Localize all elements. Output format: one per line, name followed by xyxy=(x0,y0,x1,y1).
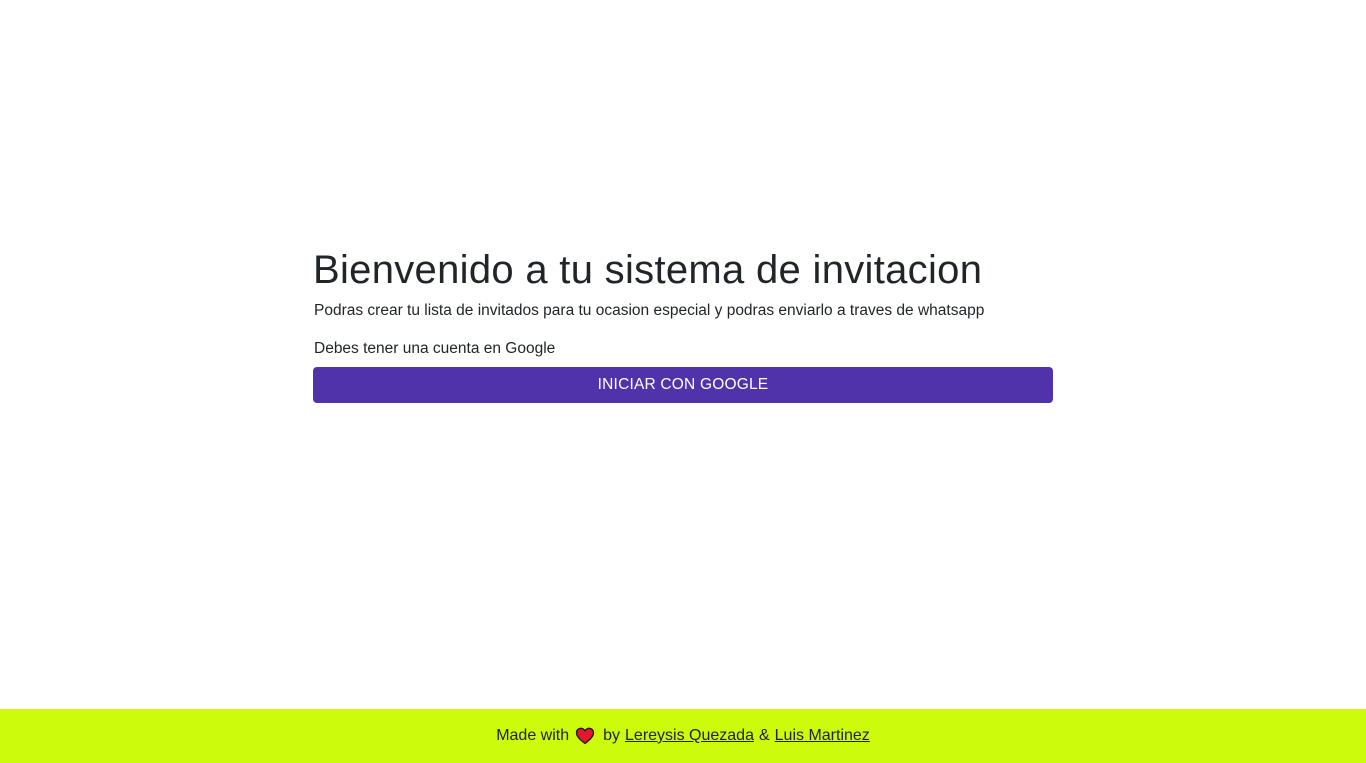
lead-text: Podras crear tu lista de invitados para … xyxy=(314,302,985,319)
made-with-text: Made with xyxy=(496,727,570,744)
by-text: by xyxy=(603,727,621,744)
heart-icon xyxy=(575,726,595,746)
main-content: Bienvenido a tu sistema de invitacion Po… xyxy=(313,246,1053,403)
author-link-luis[interactable]: Luis Martinez xyxy=(775,727,870,745)
google-sign-in-button[interactable]: INICIAR CON GOOGLE xyxy=(313,367,1053,403)
author-link-lereysis[interactable]: Lereysis Quezada xyxy=(625,727,754,745)
page: Bienvenido a tu sistema de invitacion Po… xyxy=(0,0,1366,763)
google-account-note: Debes tener una cuenta en Google xyxy=(314,340,556,357)
ampersand-text: & xyxy=(758,727,770,744)
page-title: Bienvenido a tu sistema de invitacion xyxy=(313,248,983,292)
footer: Made with by Lereysis Quezada & Luis Mar… xyxy=(0,709,1366,763)
